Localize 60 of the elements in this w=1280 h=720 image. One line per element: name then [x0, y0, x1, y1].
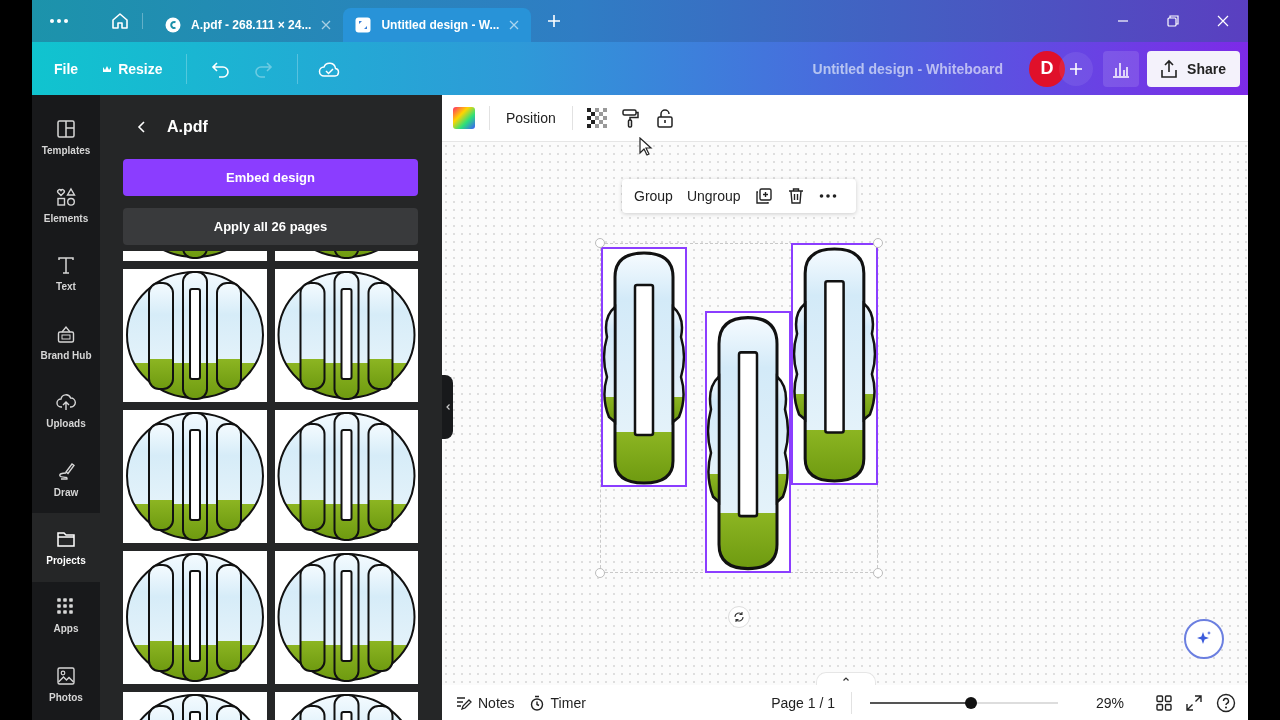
- sidebar-item[interactable]: Templates: [32, 103, 100, 172]
- add-person-button[interactable]: [1059, 51, 1094, 86]
- plus-icon: [1069, 61, 1084, 76]
- trash-icon[interactable]: [786, 187, 805, 205]
- home-icon[interactable]: [110, 11, 130, 31]
- apply-button[interactable]: Apply all 26 pages: [123, 208, 418, 245]
- share-button[interactable]: Share: [1147, 50, 1240, 87]
- close-icon[interactable]: [1217, 15, 1229, 27]
- rotate-icon: [733, 611, 745, 623]
- embed-button[interactable]: Embed design: [123, 159, 418, 196]
- paint-roller-icon[interactable]: [620, 108, 641, 128]
- plus-icon[interactable]: [547, 14, 562, 28]
- layout-icon: [56, 118, 76, 139]
- duplicate-icon[interactable]: [754, 187, 773, 205]
- pen-icon: [56, 460, 76, 481]
- collapse-handle[interactable]: [442, 375, 453, 439]
- resize-handle[interactable]: [595, 568, 605, 578]
- transparency-icon[interactable]: [586, 108, 607, 128]
- restore-icon[interactable]: [1167, 15, 1179, 27]
- sidebar-item[interactable]: Projects: [32, 513, 100, 582]
- cursor-icon: [639, 137, 653, 157]
- shapes-icon: [56, 187, 76, 208]
- sidebar-item[interactable]: Photos: [32, 650, 100, 719]
- canvas[interactable]: Group Ungroup: [442, 142, 1248, 685]
- timer-button[interactable]: Timer: [528, 694, 586, 711]
- sidebar-item[interactable]: Text: [32, 239, 100, 309]
- rotate-handle[interactable]: [728, 606, 750, 628]
- page-indicator[interactable]: Page 1 / 1: [771, 694, 835, 711]
- folder-icon: [56, 529, 76, 550]
- grid-view-icon[interactable]: [1156, 694, 1172, 711]
- fullscreen-icon[interactable]: [1186, 694, 1202, 711]
- timer-icon: [528, 694, 545, 711]
- position-button[interactable]: Position: [504, 106, 558, 130]
- browser-tab[interactable]: A.pdf - 268.111 × 24...: [153, 8, 344, 42]
- upload-icon: [1159, 58, 1180, 79]
- resize-handle[interactable]: [595, 238, 605, 248]
- resize-handle[interactable]: [873, 568, 883, 578]
- sidebar-item[interactable]: Elements: [32, 171, 100, 240]
- group-button[interactable]: Group: [634, 188, 673, 204]
- caret-icon: [842, 675, 850, 683]
- unlock-icon[interactable]: [654, 108, 675, 128]
- image-icon: [56, 665, 76, 686]
- zoom-percentage[interactable]: 29%: [1095, 694, 1124, 711]
- logo-icon: [165, 17, 181, 33]
- cloud-upload-icon: [56, 392, 76, 413]
- analytics-button[interactable]: [1103, 50, 1140, 87]
- text-icon: [56, 255, 76, 276]
- sidebar-item[interactable]: Apps: [32, 581, 100, 651]
- panel-title: A.pdf: [167, 118, 208, 136]
- color-icon[interactable]: [453, 107, 475, 129]
- sidebar-item[interactable]: Brand Hub: [32, 308, 100, 377]
- notes-icon: [456, 694, 472, 711]
- sidebar-item[interactable]: Draw: [32, 444, 100, 514]
- ungroup-button[interactable]: Ungroup: [686, 188, 741, 204]
- magic-button[interactable]: [1184, 619, 1224, 659]
- expand-icon: [355, 17, 372, 33]
- avatar[interactable]: D: [1029, 50, 1066, 87]
- notes-button[interactable]: Notes: [456, 694, 515, 711]
- help-icon[interactable]: [1216, 692, 1236, 713]
- sidebar-item[interactable]: Uploads: [32, 376, 100, 445]
